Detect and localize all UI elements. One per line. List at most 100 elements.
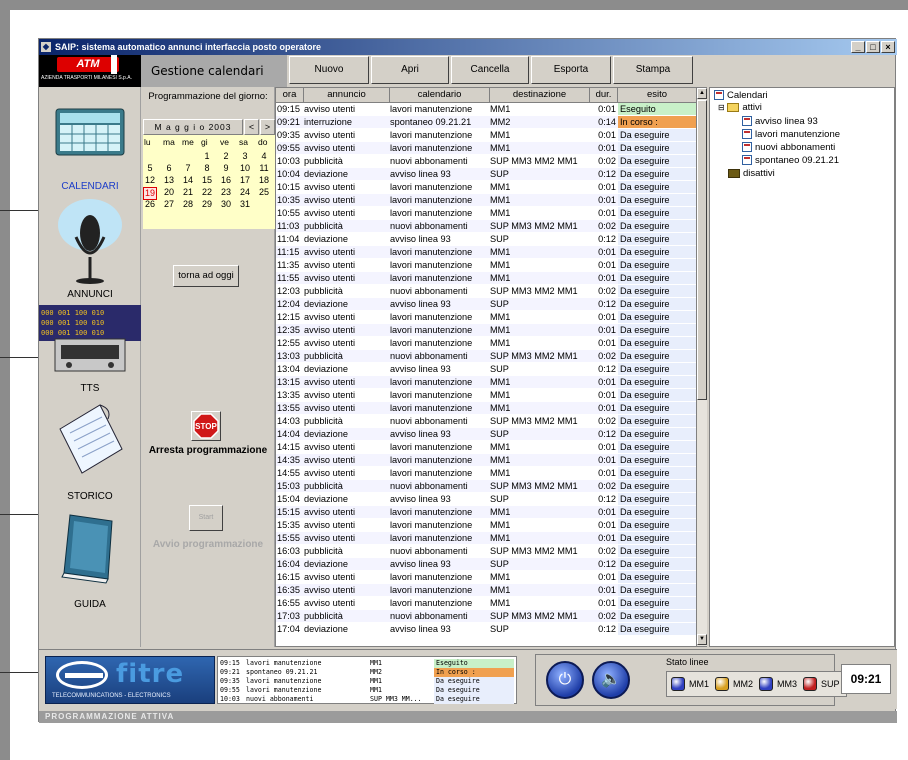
table-row[interactable]: 10:55 avviso utenti lavori manutenzione MM1… xyxy=(276,207,696,219)
table-row[interactable]: 10:03 pubblicità nuovi abbonamenti SUP MM3 … xyxy=(276,155,696,167)
maximize-button[interactable]: □ xyxy=(866,41,880,53)
nav-storico[interactable] xyxy=(39,399,141,479)
table-row[interactable]: 16:55 avviso utenti lavori manutenzione MM1… xyxy=(276,597,696,609)
tree-item[interactable]: spontaneo 09.21.21 xyxy=(742,155,839,167)
power-button[interactable]: ⏻ xyxy=(546,661,584,699)
calendar-day[interactable]: 30 xyxy=(219,199,233,210)
stop-button[interactable]: STOP xyxy=(191,411,221,441)
calendar-day[interactable]: 3 xyxy=(238,151,252,162)
table-row[interactable]: 12:03 pubblicità nuovi abbonamenti SUP MM3 … xyxy=(276,285,696,297)
calendar-day[interactable]: 15 xyxy=(200,175,214,186)
nav-label-guida[interactable]: GUIDA xyxy=(39,599,141,610)
calendar-day[interactable]: 10 xyxy=(238,163,252,174)
calendar-day[interactable]: 26 xyxy=(143,199,157,210)
calendar-day[interactable]: 7 xyxy=(181,163,195,174)
calendar-day[interactable]: 13 xyxy=(162,175,176,186)
nav-calendari[interactable] xyxy=(39,105,141,165)
today-button[interactable]: torna ad oggi xyxy=(173,265,239,287)
calendar-day[interactable]: 12 xyxy=(143,175,157,186)
nav-annunci[interactable] xyxy=(39,197,141,287)
table-row[interactable]: 15:55 avviso utenti lavori manutenzione MM1… xyxy=(276,532,696,544)
prev-month-button[interactable]: < xyxy=(244,119,259,135)
calendar-day[interactable]: 18 xyxy=(257,175,271,186)
calendar-day[interactable]: 9 xyxy=(219,163,233,174)
scroll-thumb[interactable] xyxy=(697,100,707,400)
tree-item[interactable]: nuovi abbonamenti xyxy=(742,142,835,154)
table-row[interactable]: 16:04 deviazione avviso linea 93 SUP 0:12 Da … xyxy=(276,558,696,570)
table-row[interactable]: 15:04 deviazione avviso linea 93 SUP 0:12 Da … xyxy=(276,493,696,505)
table-row[interactable]: 15:35 avviso utenti lavori manutenzione MM1… xyxy=(276,519,696,531)
table-row[interactable]: 09:21 interruzione spontaneo 09.21.21 MM2 0:… xyxy=(276,116,696,128)
tree-item[interactable]: lavori manutenzione xyxy=(742,129,840,141)
table-row[interactable]: 17:03 pubblicità nuovi abbonamenti SUP MM3 … xyxy=(276,610,696,622)
table-row[interactable]: 11:55 avviso utenti lavori manutenzione MM1… xyxy=(276,272,696,284)
table-row[interactable]: 13:15 avviso utenti lavori manutenzione MM1… xyxy=(276,376,696,388)
table-row[interactable]: 10:35 avviso utenti lavori manutenzione MM1… xyxy=(276,194,696,206)
calendar-day[interactable]: 14 xyxy=(181,175,195,186)
audio-button[interactable]: 🔈 xyxy=(592,661,630,699)
table-row[interactable]: 12:35 avviso utenti lavori manutenzione MM1… xyxy=(276,324,696,336)
calendar-day[interactable]: 24 xyxy=(238,187,252,198)
calendar-day[interactable]: 22 xyxy=(200,187,214,198)
table-row[interactable]: 09:15 avviso utenti lavori manutenzione MM1… xyxy=(276,103,696,115)
table-row[interactable]: 15:15 avviso utenti lavori manutenzione MM1… xyxy=(276,506,696,518)
table-row[interactable]: 10:15 avviso utenti lavori manutenzione MM1… xyxy=(276,181,696,193)
next-month-button[interactable]: > xyxy=(260,119,275,135)
stop-label[interactable]: Arresta programmazione xyxy=(141,445,275,456)
col-calendario[interactable]: calendario xyxy=(390,88,490,103)
nav-guida[interactable] xyxy=(39,507,141,587)
apri-button[interactable]: Apri xyxy=(371,56,449,84)
nav-label-storico[interactable]: STORICO xyxy=(39,491,141,502)
nav-label-annunci[interactable]: ANNUNCI xyxy=(39,289,141,300)
table-row[interactable]: 12:55 avviso utenti lavori manutenzione MM1… xyxy=(276,337,696,349)
calendar-day[interactable]: 6 xyxy=(162,163,176,174)
col-annuncio[interactable]: annuncio xyxy=(304,88,390,103)
table-row[interactable]: 10:04 deviazione avviso linea 93 SUP 0:12 Da … xyxy=(276,168,696,180)
calendar-day[interactable]: 4 xyxy=(257,151,271,162)
tree-attivi[interactable]: ⊟ attivi xyxy=(718,102,762,114)
col-esito[interactable]: esito xyxy=(618,88,696,103)
calendar-day[interactable]: 11 xyxy=(257,163,271,174)
tree-disattivi[interactable]: disattivi xyxy=(728,168,775,180)
calendar-day[interactable]: 2 xyxy=(219,151,233,162)
scroll-down-icon[interactable]: ▼ xyxy=(697,634,707,645)
tree-root[interactable]: Calendari xyxy=(714,90,768,102)
calendar-day[interactable]: 31 xyxy=(238,199,252,210)
calendar-day[interactable]: 27 xyxy=(162,199,176,210)
table-row[interactable]: 12:04 deviazione avviso linea 93 SUP 0:12 Da … xyxy=(276,298,696,310)
table-row[interactable]: 16:35 avviso utenti lavori manutenzione MM1… xyxy=(276,584,696,596)
table-row[interactable]: 14:55 avviso utenti lavori manutenzione MM1… xyxy=(276,467,696,479)
table-row[interactable]: 13:03 pubblicità nuovi abbonamenti SUP MM3 … xyxy=(276,350,696,362)
calendar-day[interactable]: 23 xyxy=(219,187,233,198)
cancella-button[interactable]: Cancella xyxy=(451,56,529,84)
calendar-day[interactable]: 17 xyxy=(238,175,252,186)
col-durata[interactable]: dur. xyxy=(590,88,618,103)
table-row[interactable]: 13:35 avviso utenti lavori manutenzione MM1… xyxy=(276,389,696,401)
table-row[interactable]: 14:15 avviso utenti lavori manutenzione MM1… xyxy=(276,441,696,453)
calendar-day[interactable]: 21 xyxy=(181,187,195,198)
tree-item[interactable]: avviso linea 93 xyxy=(742,116,818,128)
table-row[interactable]: 16:15 avviso utenti lavori manutenzione MM1… xyxy=(276,571,696,583)
nav-label-calendari[interactable]: CALENDARI xyxy=(39,181,141,192)
table-row[interactable]: 12:15 avviso utenti lavori manutenzione MM1… xyxy=(276,311,696,323)
nuovo-button[interactable]: Nuovo xyxy=(289,56,369,84)
calendar-day[interactable]: 16 xyxy=(219,175,233,186)
close-button[interactable]: × xyxy=(881,41,895,53)
table-row[interactable]: 14:03 pubblicità nuovi abbonamenti SUP MM3 … xyxy=(276,415,696,427)
calendar-day[interactable]: 8 xyxy=(200,163,214,174)
table-row[interactable]: 14:35 avviso utenti lavori manutenzione MM1… xyxy=(276,454,696,466)
col-destinazione[interactable]: destinazione xyxy=(490,88,590,103)
scroll-up-icon[interactable]: ▲ xyxy=(697,88,707,99)
calendar-day[interactable]: 20 xyxy=(162,187,176,198)
start-label[interactable]: Avvio programmazione xyxy=(141,539,275,550)
nav-label-tts[interactable]: TTS xyxy=(39,383,141,394)
calendar-day[interactable]: 1 xyxy=(200,151,214,162)
stampa-button[interactable]: Stampa xyxy=(613,56,693,84)
calendar-day[interactable]: 5 xyxy=(143,163,157,174)
table-row[interactable]: 11:04 deviazione avviso linea 93 SUP 0:12 Da … xyxy=(276,233,696,245)
col-ora[interactable]: ora xyxy=(276,88,304,103)
table-row[interactable]: 13:04 deviazione avviso linea 93 SUP 0:12 Da … xyxy=(276,363,696,375)
grid-scrollbar[interactable]: ▲ ▼ xyxy=(696,88,707,646)
calendar-day[interactable]: 25 xyxy=(257,187,271,198)
calendar-day[interactable]: 28 xyxy=(181,199,195,210)
